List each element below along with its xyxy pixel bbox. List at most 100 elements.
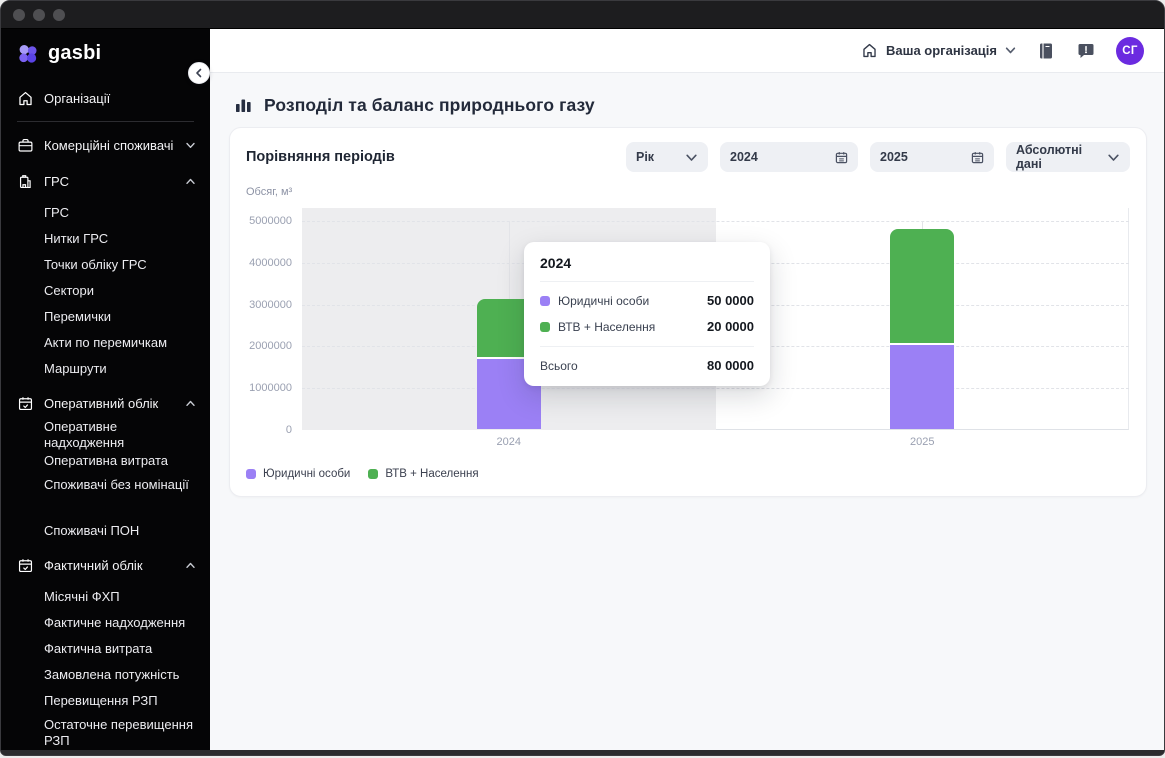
y-tick-label: 0	[285, 424, 292, 436]
sidebar-item[interactable]: Фактичний облік	[1, 550, 210, 580]
sidebar-item-label: Організації	[44, 90, 111, 106]
sidebar-item-label: ГРС	[44, 173, 69, 189]
tooltip-row-label: ВТВ + Населення	[558, 319, 656, 334]
sidebar-sub-item[interactable]: Споживачі ПОН	[1, 518, 210, 544]
sidebar-section: Організації	[1, 83, 210, 113]
sidebar: gasbi Організації Комерційні споживачі ГРС…	[1, 29, 210, 750]
chevron-down-icon	[1107, 151, 1120, 164]
sidebar-sub-item[interactable]: Маршрути	[1, 356, 210, 382]
chart-legend: Юридичні особи ВТВ + Населення	[246, 468, 479, 480]
chevron-down-icon	[685, 151, 698, 164]
sidebar-nav: Організації Комерційні споживачі ГРС ГРС Нит…	[1, 79, 210, 750]
period-type-select[interactable]: Рік	[626, 142, 708, 172]
chart-gridline	[302, 221, 1129, 222]
avatar[interactable]: СГ	[1116, 36, 1144, 65]
y-tick-label: 5000000	[249, 215, 292, 227]
data-mode-select[interactable]: Абсолютні дані	[1006, 142, 1130, 172]
calendar-icon	[971, 151, 984, 164]
y-tick-label: 3000000	[249, 298, 292, 311]
sidebar-divider	[17, 121, 194, 122]
sidebar-sub-item[interactable]: Сектори	[1, 278, 210, 304]
sidebar-sub-item[interactable]: Акти по перемичкам	[1, 330, 210, 356]
sidebar-section: Фактичний облік Місячні ФХП Фактичне надхо…	[1, 550, 210, 750]
tooltip-row-value: 50 0000	[707, 293, 754, 308]
sidebar-item[interactable]: Організації	[1, 83, 210, 113]
y-tick-label: 2000000	[249, 340, 292, 353]
app-window: gasbi Організації Комерційні споживачі ГРС…	[0, 0, 1165, 756]
legend-swatch	[246, 469, 256, 479]
chevron-up-icon	[185, 176, 196, 187]
window-zoom-button[interactable]	[53, 8, 65, 21]
legend-item[interactable]: Юридичні особи	[246, 468, 350, 480]
chevron-up-icon	[185, 560, 196, 571]
sidebar-sub-item[interactable]: Фактичне надходження	[1, 610, 210, 636]
topbar: Ваша організація СГ	[210, 29, 1164, 73]
sidebar-sub-item[interactable]: Точки обліку ГРС	[1, 252, 210, 278]
organization-label: Ваша організація	[886, 43, 997, 58]
x-tick-label: 2024	[496, 436, 521, 448]
window-titlebar	[1, 1, 1164, 29]
comparison-card: Порівняння періодів Рік 2024 2025 Абсолю…	[229, 127, 1147, 497]
chevron-up-icon	[185, 398, 196, 409]
sidebar-item[interactable]: Комерційні споживачі	[1, 130, 210, 160]
sidebar-item-label: Комерційні споживачі	[44, 137, 174, 153]
briefcase-icon	[17, 137, 34, 154]
sidebar-sub-item[interactable]: Споживачі без номінації	[1, 474, 210, 518]
sidebar-sub-item[interactable]: Місячні ФХП	[1, 584, 210, 610]
legend-swatch	[368, 469, 379, 479]
page-title: Розподіл та баланс природнього газу	[264, 95, 595, 115]
sidebar-item[interactable]: Оперативний облік	[1, 388, 210, 418]
tooltip-total-value: 80 0000	[707, 358, 754, 373]
sidebar-sub-item[interactable]: Остаточне перевищення РЗП	[1, 714, 210, 750]
logo: gasbi	[1, 29, 210, 79]
sidebar-item[interactable]: ГРС	[1, 166, 210, 196]
sidebar-sub-item[interactable]: Оперативна витрата	[1, 448, 210, 474]
station-icon	[17, 173, 34, 190]
y-tick-label: 1000000	[249, 382, 292, 395]
chart-gridline	[302, 388, 1129, 390]
tooltip-row-value: 20 0000	[707, 319, 754, 334]
sidebar-item-label: Фактичний облік	[44, 557, 143, 573]
main-area: Ваша організація СГ Розподіл та баланс п…	[210, 29, 1164, 750]
tooltip-swatch	[540, 295, 550, 306]
tooltip-row-label: Юридичні особи	[558, 293, 650, 308]
year-from-value: 2024	[730, 150, 758, 164]
legend-item[interactable]: ВТВ + Населення	[368, 468, 479, 480]
home-icon	[17, 90, 34, 107]
calendar-check-icon	[17, 395, 34, 412]
home-icon	[861, 42, 878, 59]
sidebar-sub-item[interactable]: Замовлена потужність	[1, 662, 210, 688]
sidebar-sub-item[interactable]: Нитки ГРС	[1, 226, 210, 252]
chevron-down-icon	[1005, 45, 1016, 56]
year-from-picker[interactable]: 2024	[720, 142, 858, 172]
year-to-picker[interactable]: 2025	[870, 142, 994, 172]
bar-segment-ВТВ-+-Населення[interactable]	[890, 229, 955, 345]
card-title: Порівняння періодів	[246, 149, 395, 165]
sidebar-sub-item[interactable]: ГРС	[1, 200, 210, 226]
tooltip-swatch	[540, 321, 550, 332]
sidebar-section: Комерційні споживачі	[1, 130, 210, 160]
tooltip-row: Юридичні особи 50 0000	[540, 293, 754, 308]
sidebar-sub-item[interactable]: Фактична витрата	[1, 636, 210, 662]
sidebar-sub-item[interactable]: Перевищення РЗП	[1, 688, 210, 714]
organization-selector[interactable]: Ваша організація	[861, 42, 1016, 59]
chevron-down-icon	[185, 140, 196, 151]
sidebar-collapse-button[interactable]	[188, 62, 210, 84]
sidebar-sub-item[interactable]: Перемички	[1, 304, 210, 330]
logo-text: gasbi	[48, 42, 102, 64]
feedback-icon[interactable]	[1076, 41, 1096, 61]
sidebar-section: ГРС ГРС Нитки ГРС Точки обліку ГРС Сектори Пе…	[1, 166, 210, 382]
sidebar-sub-item[interactable]: Оперативне надходження	[1, 419, 210, 450]
window-close-button[interactable]	[13, 8, 25, 21]
gasbi-logo-icon	[17, 43, 39, 65]
window-bottom-edge	[1, 750, 1164, 755]
chart-tooltip: 2024 Юридичні особи 50 0000 ВТВ + Населенн…	[524, 242, 770, 386]
docs-icon[interactable]	[1036, 41, 1056, 61]
bar-segment-Юридичні-особи[interactable]	[890, 345, 955, 429]
window-minimize-button[interactable]	[33, 8, 45, 21]
x-tick-label: 2025	[910, 436, 935, 448]
bar-2025[interactable]	[890, 229, 955, 429]
bar-chart-icon	[234, 96, 253, 115]
calendar-check-icon	[17, 557, 34, 574]
tooltip-divider	[540, 346, 754, 347]
